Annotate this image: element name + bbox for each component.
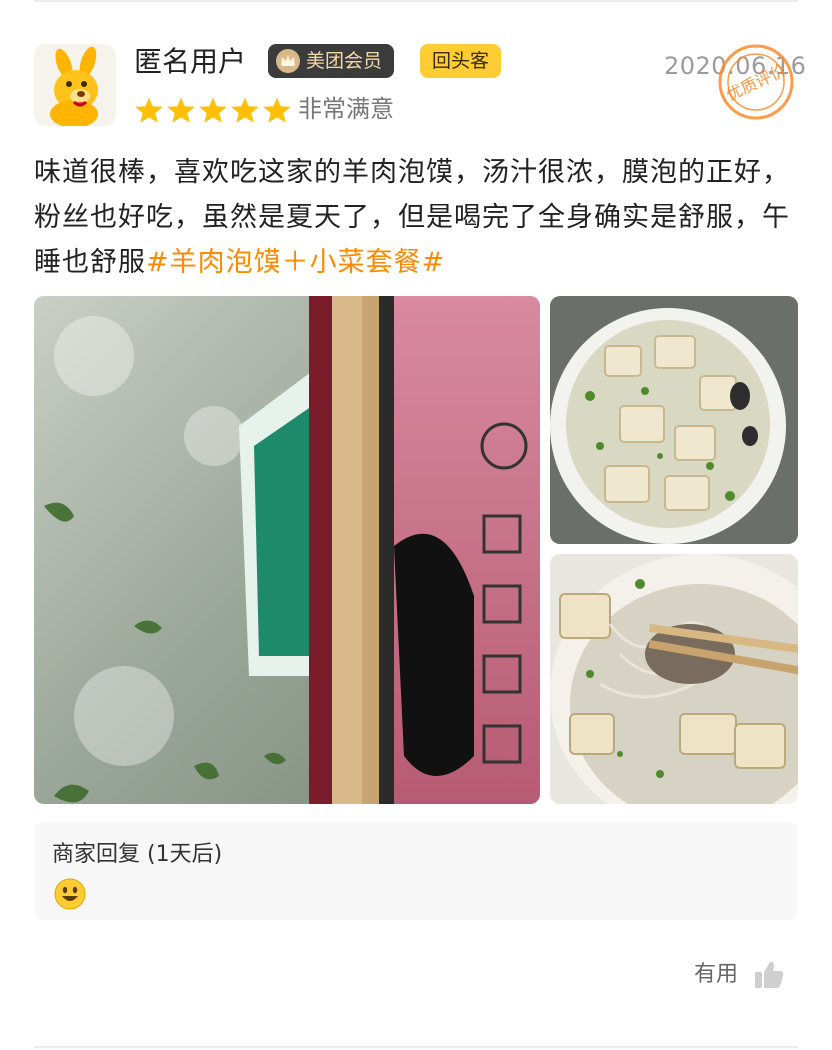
review-text: 味道很棒，喜欢吃这家的羊肉泡馍，汤汁很浓，膜泡的正好，粉丝也好吃，虽然是夏天了，… <box>34 150 804 285</box>
avatar[interactable] <box>34 44 116 126</box>
helpful-button[interactable]: 有用 <box>694 958 786 992</box>
thumbs-up-icon <box>755 961 784 988</box>
review-tag[interactable]: #羊肉泡馍＋小菜套餐# <box>146 247 445 278</box>
star-icon <box>199 97 227 123</box>
helpful-label: 有用 <box>694 962 739 987</box>
star-icon <box>167 97 195 123</box>
member-badge: 美团会员 <box>268 44 395 78</box>
smiley-icon <box>54 878 86 910</box>
star-icon <box>135 97 163 123</box>
rating-text: 非常满意 <box>298 95 394 123</box>
star-icon <box>263 97 291 123</box>
photo-soup-chopsticks[interactable] <box>550 554 798 804</box>
returning-customer-badge: 回头客 <box>420 44 502 78</box>
top-divider <box>34 0 798 2</box>
bottom-divider <box>34 1046 798 1048</box>
photo-packaging[interactable] <box>34 296 540 804</box>
member-badge-label: 美团会员 <box>306 50 383 72</box>
quality-review-stamp-icon: 优质评价 <box>718 44 794 120</box>
star-icon <box>231 97 259 123</box>
crown-icon <box>276 49 300 73</box>
merchant-reply: 商家回复 (1天后) <box>34 822 798 920</box>
merchant-reply-label: 商家回复 (1天后) <box>52 842 223 867</box>
username: 匿名用户 <box>134 45 247 78</box>
rating-stars <box>134 96 292 124</box>
photo-soup-bowl[interactable] <box>550 296 798 544</box>
